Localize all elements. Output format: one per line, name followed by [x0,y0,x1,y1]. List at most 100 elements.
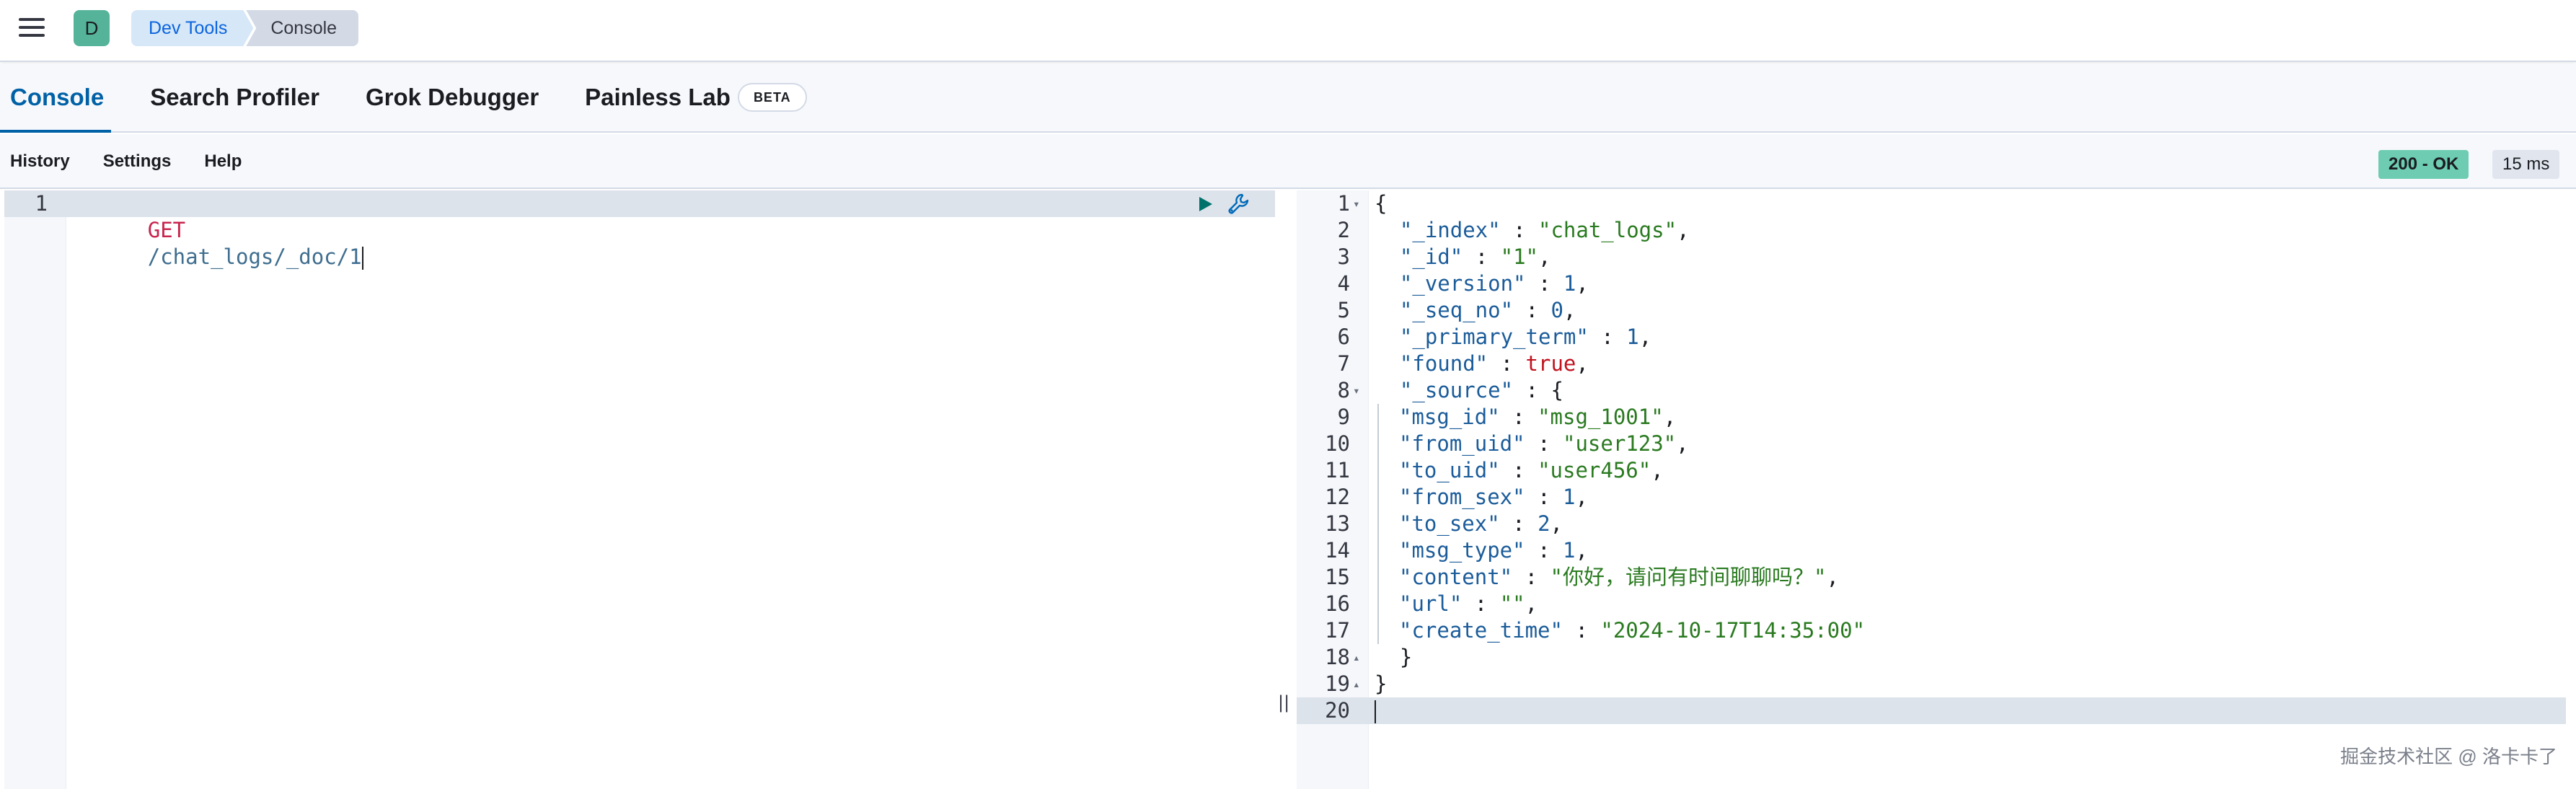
timing-badge: 15 ms [2492,150,2560,179]
line-number: 9 [1337,405,1350,429]
response-editor: 1 ▾ { 2 "_index" : "chat_logs", 3 "_id" … [1297,190,2566,789]
line-number: 4 [1337,271,1350,296]
fold-toggle-icon[interactable]: ▾ [1353,190,1360,217]
response-line: 1 ▾ { [1297,190,2566,217]
line-number: 13 [1325,511,1350,536]
json-key: "msg_id" [1399,405,1500,429]
json-key: "_primary_term" [1399,325,1589,349]
json-key: "_id" [1399,244,1463,269]
json-key: "_source" [1399,378,1514,402]
space-avatar[interactable]: D [74,10,110,46]
json-key: "content" [1399,565,1513,589]
response-line: 3 "_id" : "1", [1297,244,2566,270]
fold-toggle-icon[interactable]: ▾ [1353,377,1360,404]
json-key: "to_uid" [1399,458,1500,482]
menu-icon[interactable] [19,18,45,40]
response-line: 18 ▴ } [1297,644,2566,671]
json-value: 2 [1538,511,1551,536]
response-line: 19 ▴ } [1297,671,2566,697]
request-editor[interactable]: 1 GET /chat_logs/_doc/1 [4,190,1275,789]
json-value: "2024-10-17T14:35:00" [1600,618,1866,643]
line-number: 16 [1325,591,1350,616]
fold-toggle-icon[interactable]: ▴ [1353,644,1360,671]
response-line: 4 "_version" : 1, [1297,270,2566,297]
json-value: "chat_logs" [1538,218,1677,242]
json-key: "to_sex" [1399,511,1500,536]
help-button[interactable]: Help [204,151,242,172]
header-bar: D Dev Tools Console [0,0,2576,62]
fold-toggle-icon[interactable]: ▴ [1353,671,1360,697]
response-line: 11 "to_uid" : "user456", [1297,457,2566,484]
response-line: 13 "to_sex" : 2, [1297,511,2566,537]
tab-bar: Console Search Profiler Grok Debugger Pa… [0,63,2576,133]
json-value: "你好，请问有时间聊聊吗？" [1550,565,1827,589]
json-value: "1" [1500,244,1539,269]
status-badge: 200 - OK [2378,150,2469,179]
breadcrumb-dev-tools[interactable]: Dev Tools [131,10,253,46]
response-line: 9 "msg_id" : "msg_1001", [1297,404,2566,431]
json-value: true [1525,351,1576,376]
json-value: 1 [1626,325,1639,349]
breadcrumb-console: Console [246,10,359,46]
response-line: 6 "_primary_term" : 1, [1297,324,2566,351]
breadcrumb: Dev Tools Console [131,10,359,46]
json-key: "from_sex" [1399,485,1525,509]
response-line: 12 "from_sex" : 1, [1297,484,2566,511]
line-number: 1 [1337,191,1350,216]
response-line: 10 "from_uid" : "user123", [1297,431,2566,457]
panel-resize-handle[interactable]: || [1278,692,1289,713]
response-line: 2 "_index" : "chat_logs", [1297,217,2566,244]
line-number: 11 [1325,458,1350,482]
line-number: 14 [1325,538,1350,563]
history-button[interactable]: History [10,151,70,172]
tab-painless-lab[interactable]: Painless Lab BETA [585,63,807,131]
json-key: "_version" [1399,271,1526,296]
line-number: 2 [1337,218,1350,242]
response-line: 5 "_seq_no" : 0, [1297,297,2566,324]
tab-console[interactable]: Console [0,63,112,133]
tab-search-profiler[interactable]: Search Profiler [150,63,319,131]
text-cursor [361,247,363,270]
request-actions [1196,190,1250,217]
line-number: 1 [35,191,48,216]
wrench-icon[interactable] [1226,192,1250,216]
json-value: "user123" [1563,431,1677,456]
response-line: 15 "content" : "你好，请问有时间聊聊吗？", [1297,564,2566,591]
json-value: 1 [1563,485,1576,509]
line-number: 17 [1325,618,1350,643]
request-method: GET [147,218,186,242]
json-key: "_seq_no" [1399,298,1514,322]
tab-painless-lab-label: Painless Lab [585,84,731,110]
line-number: 8 [1337,378,1350,402]
send-request-icon[interactable] [1196,195,1214,213]
line-number: 15 [1325,565,1350,589]
request-path: /chat_logs/_doc/1 [147,244,362,269]
json-key: "found" [1399,351,1488,376]
response-line: 17 "create_time" : "2024-10-17T14:35:00" [1297,617,2566,644]
response-line: 20 [1297,697,2566,724]
line-number: 18 [1325,645,1350,669]
json-value: 1 [1563,271,1576,296]
line-number: 6 [1337,325,1350,349]
json-value: "msg_1001" [1538,405,1664,429]
line-number: 7 [1337,351,1350,376]
json-key: "create_time" [1399,618,1563,643]
json-key: "msg_type" [1399,538,1525,563]
settings-button[interactable]: Settings [103,151,172,172]
watermark: 掘金技术社区 @ 洛卡卡了 [2340,746,2557,767]
tab-grok-debugger[interactable]: Grok Debugger [366,63,539,131]
console-toolbar: History Settings Help 200 - OK 15 ms [0,134,2576,189]
response-line: 16 "url" : "", [1297,591,2566,617]
request-line[interactable]: 1 GET /chat_logs/_doc/1 [4,190,1275,270]
json-value: "user456" [1538,458,1651,482]
json-value: 0 [1551,298,1563,322]
response-line: 14 "msg_type" : 1, [1297,537,2566,564]
json-key: "_index" [1399,218,1501,242]
line-number: 19 [1325,671,1350,696]
json-key: "url" [1399,591,1463,616]
json-value: 1 [1563,538,1576,563]
response-line: 8 ▾ "_source" : { [1297,377,2566,404]
text-cursor [1375,700,1376,723]
line-number: 12 [1325,485,1350,509]
line-number: 5 [1337,298,1350,322]
